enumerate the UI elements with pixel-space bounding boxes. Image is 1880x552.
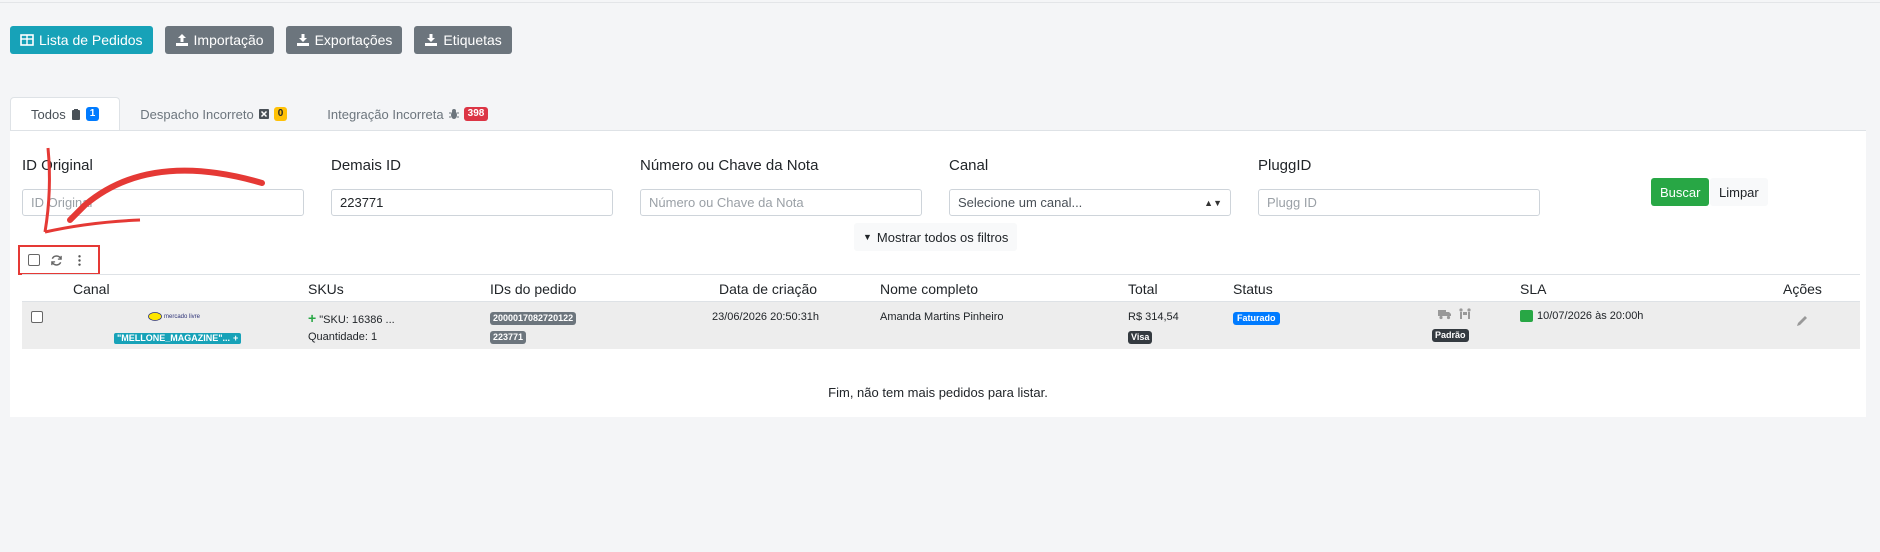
shipping-icons bbox=[1438, 308, 1472, 320]
show-all-filters-button[interactable]: ▼ Mostrar todos os filtros bbox=[854, 223, 1018, 251]
pluggid-input[interactable]: Plugg ID bbox=[1258, 189, 1540, 216]
orders-table-header: Canal SKUs IDs do pedido Data de criação… bbox=[22, 274, 1860, 301]
tab-todos[interactable]: Todos 1 bbox=[10, 97, 121, 131]
shipping-type: Padrão bbox=[1432, 329, 1469, 342]
tab-integracao-label: Integração Incorreta bbox=[327, 106, 444, 122]
quantity-text: Quantidade: 1 bbox=[308, 331, 378, 343]
sku-text: "SKU: 16386 ... bbox=[319, 314, 395, 326]
filter-id-original: ID Original ID Original bbox=[22, 157, 304, 216]
order-id-2: 223771 bbox=[490, 331, 527, 344]
tab-todos-label: Todos bbox=[31, 106, 66, 122]
header-sla: SLA bbox=[1520, 281, 1547, 297]
canal-select-value: Selecione um canal... bbox=[958, 195, 1083, 210]
sla-cell: 10/07/2026 às 20:00h bbox=[1520, 310, 1643, 322]
canal-label: Canal bbox=[949, 157, 989, 174]
clear-button[interactable]: Limpar bbox=[1710, 178, 1768, 206]
select-all-checkbox[interactable] bbox=[28, 254, 40, 266]
header-canal: Canal bbox=[73, 281, 110, 297]
header-total: Total bbox=[1128, 281, 1158, 297]
status-badge: Faturado bbox=[1233, 312, 1280, 325]
customer-name: Amanda Martins Pinheiro bbox=[880, 311, 1004, 323]
end-of-list-message: Fim, não tem mais pedidos para listar. bbox=[828, 385, 1048, 400]
handshake-icon bbox=[148, 312, 162, 321]
header-data: Data de criação bbox=[719, 281, 818, 297]
order-tabs: Todos 1 Despacho Incorreto 0 Integração … bbox=[10, 97, 508, 131]
numero-nota-label: Número ou Chave da Nota bbox=[640, 157, 819, 174]
table-row[interactable]: mercado livre "MELLONE_MAGAZINE"... + + "… bbox=[22, 301, 1860, 349]
canal-select[interactable]: Selecione um canal... ▲▼ bbox=[949, 189, 1231, 216]
sla-text: 10/07/2026 às 20:00h bbox=[1537, 310, 1644, 322]
filter-pluggid: PluggID Plugg ID bbox=[1258, 157, 1540, 216]
channel-logo-text: mercado livre bbox=[164, 313, 201, 320]
header-status: Status bbox=[1233, 281, 1273, 297]
orders-list-label: Lista de Pedidos bbox=[39, 32, 143, 48]
more-vertical-icon[interactable] bbox=[73, 254, 86, 267]
clipboard-icon bbox=[71, 109, 80, 120]
tab-despacho-incorreto[interactable]: Despacho Incorreto 0 bbox=[120, 97, 307, 131]
orders-list-button[interactable]: Lista de Pedidos bbox=[10, 26, 153, 54]
people-carry-icon bbox=[1459, 308, 1471, 319]
row-checkbox[interactable] bbox=[31, 311, 43, 323]
filter-numero-nota: Número ou Chave da Nota Número ou Chave … bbox=[640, 157, 922, 216]
download-icon bbox=[296, 34, 309, 46]
orders-panel: ID Original ID Original Demais ID 223771… bbox=[10, 130, 1866, 417]
tab-todos-badge: 1 bbox=[85, 107, 100, 121]
tab-integracao-badge: 398 bbox=[463, 107, 489, 121]
channel-store-badge: "MELLONE_MAGAZINE"... + bbox=[114, 332, 242, 344]
channel-store-label: "MELLONE_MAGAZINE"... bbox=[117, 333, 231, 343]
status-text: Faturado bbox=[1233, 312, 1280, 325]
filter-demais-id: Demais ID 223771 bbox=[331, 157, 613, 216]
demais-id-label: Demais ID bbox=[331, 157, 402, 174]
id-original-label: ID Original bbox=[22, 157, 93, 174]
download-icon bbox=[425, 34, 438, 46]
top-toolbar: Lista de Pedidos Importação Exportações … bbox=[10, 26, 512, 54]
select-arrows-icon: ▲▼ bbox=[1204, 197, 1222, 208]
sku-cell: + "SKU: 16386 ... bbox=[308, 310, 395, 326]
bulk-actions-toolbar bbox=[18, 245, 100, 275]
id-original-input[interactable]: ID Original bbox=[22, 189, 304, 216]
upload-icon bbox=[175, 34, 188, 46]
demais-id-input[interactable]: 223771 bbox=[331, 189, 613, 216]
header-ids: IDs do pedido bbox=[490, 281, 577, 297]
order-total: R$ 314,54 bbox=[1128, 311, 1179, 323]
exports-button[interactable]: Exportações bbox=[285, 26, 403, 54]
header-nome: Nome completo bbox=[880, 281, 979, 297]
caret-down-icon: ▼ bbox=[863, 232, 872, 242]
filter-canal: Canal Selecione um canal... ▲▼ bbox=[949, 157, 1231, 216]
expand-sku-icon[interactable]: + bbox=[308, 310, 316, 326]
header-acoes: Ações bbox=[1783, 281, 1822, 297]
exports-label: Exportações bbox=[314, 32, 393, 48]
pluggid-label: PluggID bbox=[1258, 157, 1312, 174]
top-divider bbox=[0, 2, 1880, 3]
whatsapp-clock-icon bbox=[1520, 310, 1533, 322]
tab-despacho-badge: 0 bbox=[273, 107, 288, 121]
order-id-badge: 2000017082720122 bbox=[490, 312, 577, 325]
plus-icon[interactable]: + bbox=[233, 333, 238, 344]
tab-despacho-label: Despacho Incorreto bbox=[140, 106, 254, 122]
payment-method: Visa bbox=[1128, 331, 1153, 344]
bug-icon bbox=[448, 109, 459, 119]
shipping-type-badge: Padrão bbox=[1432, 329, 1469, 342]
created-date: 23/06/2026 20:50:31h bbox=[712, 311, 820, 323]
payment-badge: Visa bbox=[1128, 331, 1153, 344]
order-id-badge: 223771 bbox=[490, 331, 527, 344]
close-box-icon bbox=[258, 109, 269, 119]
import-button[interactable]: Importação bbox=[164, 26, 274, 54]
edit-pencil-icon[interactable] bbox=[1795, 314, 1809, 328]
order-id-1: 2000017082720122 bbox=[490, 312, 577, 325]
labels-label: Etiquetas bbox=[443, 32, 502, 48]
header-skus: SKUs bbox=[308, 281, 344, 297]
mercado-livre-logo: mercado livre bbox=[148, 312, 200, 321]
labels-button[interactable]: Etiquetas bbox=[414, 26, 512, 54]
numero-nota-input[interactable]: Número ou Chave da Nota bbox=[640, 189, 922, 216]
table-icon bbox=[20, 34, 34, 46]
import-label: Importação bbox=[193, 32, 264, 48]
refresh-icon[interactable] bbox=[50, 254, 63, 267]
tab-integracao-incorreta[interactable]: Integração Incorreta 398 bbox=[307, 97, 508, 131]
search-button[interactable]: Buscar bbox=[1651, 178, 1710, 206]
truck-icon bbox=[1438, 310, 1451, 320]
show-all-filters-label: Mostrar todos os filtros bbox=[876, 229, 1009, 245]
